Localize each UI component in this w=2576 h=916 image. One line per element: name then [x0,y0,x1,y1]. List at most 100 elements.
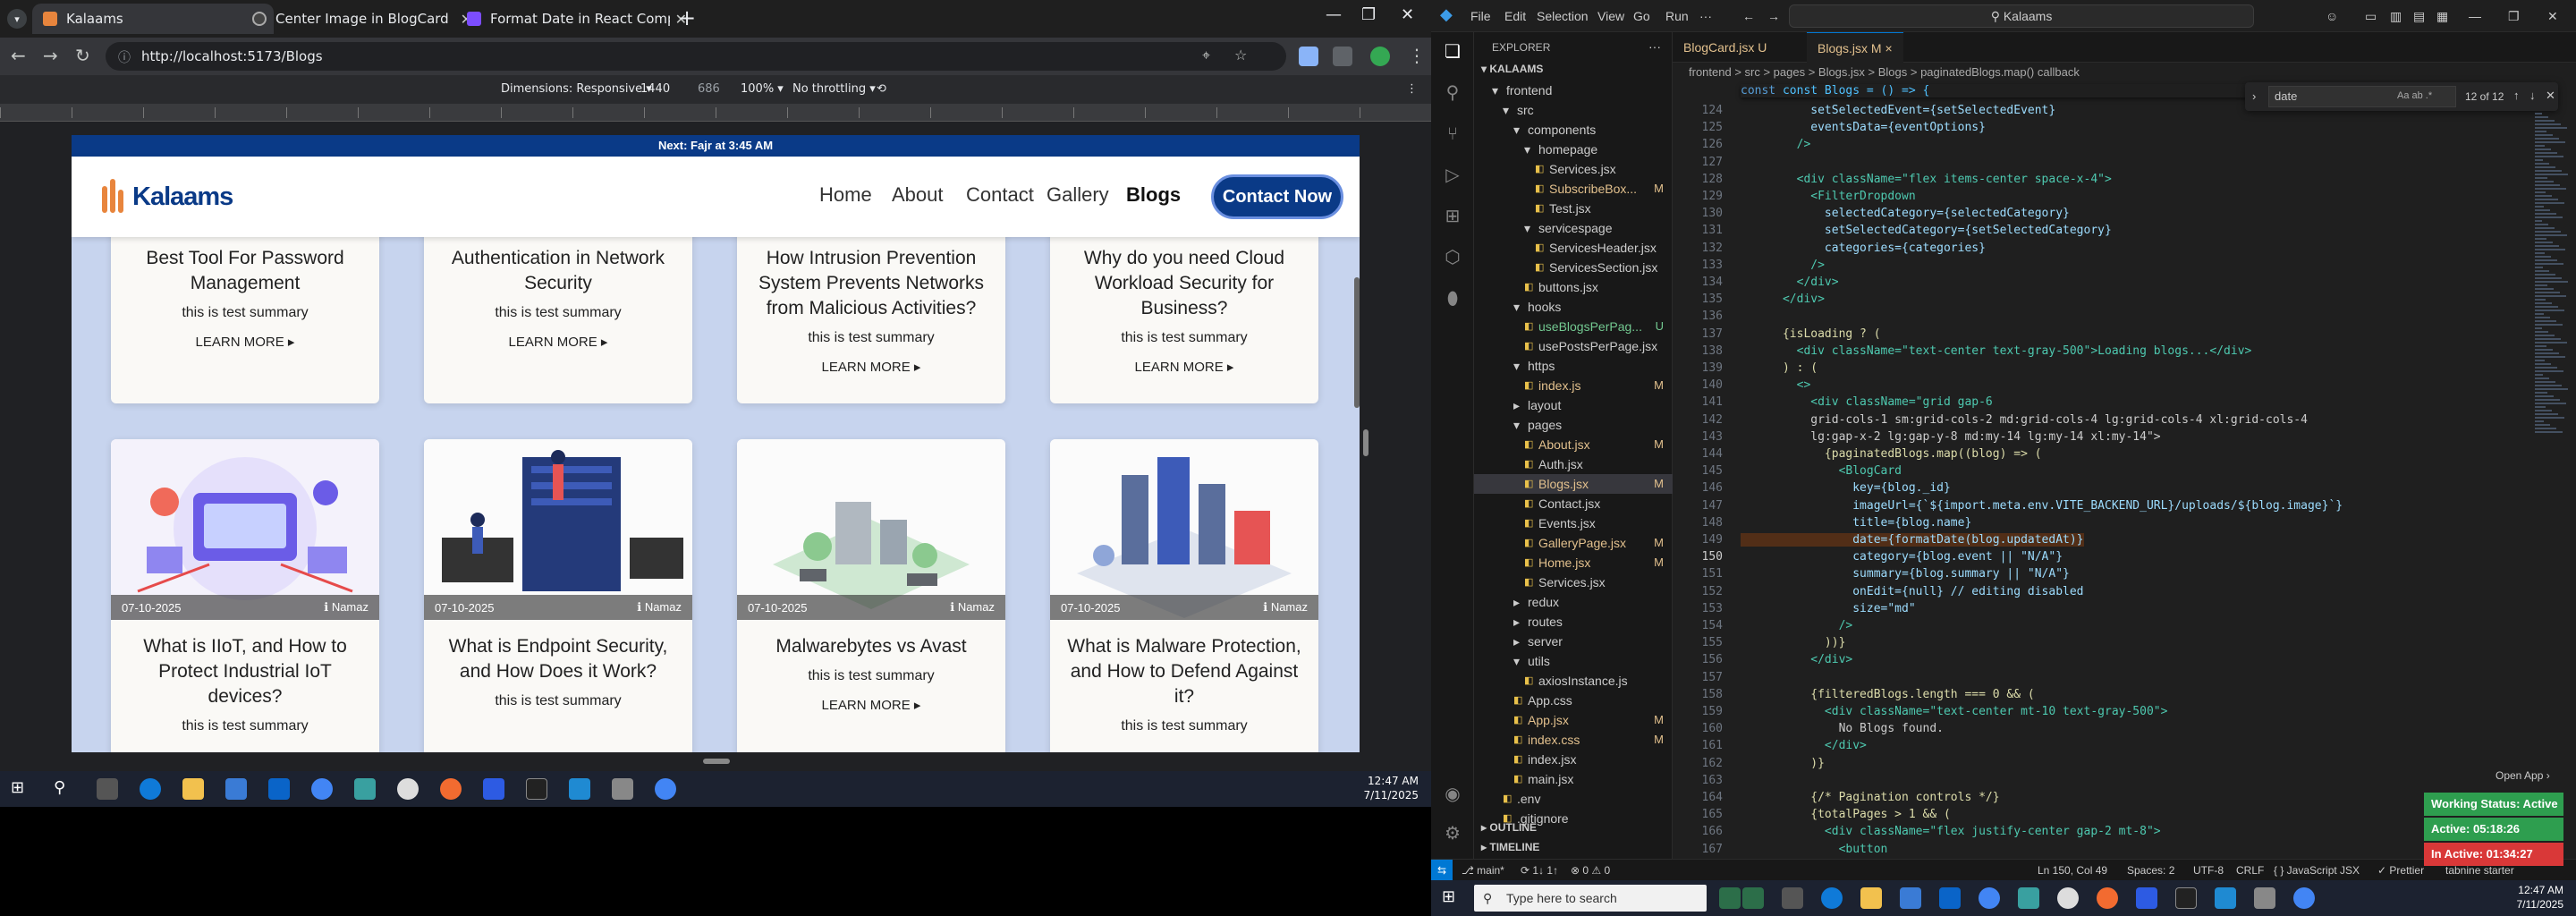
prev-match-icon[interactable]: ↑ [2513,89,2520,102]
clock[interactable]: 12:47 AM 7/11/2025 [1363,774,1419,802]
forward-icon[interactable]: → [43,45,58,66]
nav-contact[interactable]: Contact [966,183,1034,207]
tab-blogcard[interactable]: BlogCard.jsx U [1673,32,1777,63]
zoom-icon[interactable] [2136,887,2157,909]
tree-item[interactable]: ▸ server [1474,632,1673,651]
prettier-status[interactable]: ✓ Prettier [2377,864,2424,877]
store-icon[interactable] [225,778,247,800]
app-icon[interactable] [2254,887,2275,909]
tree-item[interactable]: ◧ axiosInstance.js [1474,671,1673,691]
layout-icon[interactable]: ▭ [2365,9,2377,24]
vscode-icon[interactable] [569,778,590,800]
layout-icon[interactable]: ▥ [2390,9,2402,24]
nav-about[interactable]: About [892,183,944,207]
layout-icon[interactable]: ▤ [2413,9,2425,24]
tree-item[interactable]: ◧ GalleryPage.jsx M [1474,533,1673,553]
menu-file[interactable]: File [1470,9,1491,23]
find-options[interactable]: Aa ab .* [2397,90,2432,101]
tab-blogs[interactable]: Blogs.jsx M × [1807,32,1903,63]
chevron-right-icon[interactable]: › [2252,89,2256,103]
mongodb-icon[interactable]: ⬮ [1442,288,1463,310]
chrome-menu-icon[interactable]: ⋮ [1408,45,1426,66]
problems-count[interactable]: ⊗ 0 ⚠ 0 [1571,864,1610,877]
outline-section[interactable]: ▸ OUTLINE [1481,821,1537,834]
bookmark-star-icon[interactable]: ☆ [1234,47,1247,64]
tree-item[interactable]: ◧ About.jsx M [1474,435,1673,454]
remote-icon[interactable]: ⬡ [1442,247,1463,268]
chrome-icon[interactable] [311,778,333,800]
timeline-section[interactable]: ▸ TIMELINE [1481,841,1539,853]
minimize-icon[interactable]: — [1326,5,1342,24]
tree-item[interactable]: ▸ layout [1474,395,1673,415]
eol[interactable]: CRLF [2236,864,2264,877]
encoding[interactable]: UTF-8 [2193,864,2224,877]
menu-edit[interactable]: Edit [1504,9,1526,23]
minimize-icon[interactable]: — [2469,9,2481,23]
extensions-puzzle-icon[interactable] [1333,47,1352,66]
tree-item[interactable]: ◧ Contact.jsx [1474,494,1673,513]
tree-item[interactable]: ◧ App.css [1474,691,1673,710]
windows-start-icon[interactable]: ⊞ [1442,887,1463,909]
menu-selection[interactable]: Selection [1537,9,1589,23]
tree-item[interactable]: ◧ index.js M [1474,376,1673,395]
blog-card[interactable]: Best Tool For Password Management this i… [111,225,379,403]
outlook-icon[interactable] [268,778,290,800]
tree-item[interactable]: ◧ ServicesSection.jsx [1474,258,1673,277]
app-icon[interactable] [440,778,462,800]
tree-item[interactable]: ◧ usePostsPerPage.jsx [1474,336,1673,356]
store-icon[interactable] [1900,887,1921,909]
tab-search-icon[interactable]: ▾ [7,9,27,29]
blog-card[interactable]: 07-10-2025 ℹ Namaz What is Endpoint Secur… [424,439,692,752]
sync-status[interactable]: ⟳ 1↓ 1↑ [1521,864,1558,877]
maximize-icon[interactable]: ❐ [1361,5,1376,24]
maximize-icon[interactable]: ❐ [2508,9,2520,24]
file-explorer-icon[interactable] [182,778,204,800]
tab-center-image[interactable]: Center Image in BlogCard✕ [242,4,483,34]
tabnine-status[interactable]: tabnine starter [2445,864,2514,877]
edge-icon[interactable] [1821,887,1843,909]
widget-icon[interactable] [1742,887,1764,909]
tree-item[interactable]: ◧ Events.jsx [1474,513,1673,533]
close-window-icon[interactable]: ✕ [2547,9,2558,24]
app-icon[interactable] [397,778,419,800]
more-actions-icon[interactable]: ··· [1648,39,1661,54]
git-branch[interactable]: ⎇ main* [1462,864,1504,877]
zoom-select[interactable]: 100% ▾ [741,82,784,96]
tree-item[interactable]: ◧ buttons.jsx [1474,277,1673,297]
tab-kalaams[interactable]: Kalaams✕ [32,4,274,34]
widget-icon[interactable] [1719,887,1741,909]
tab-format-date[interactable]: Format Date in React Compone✕ [456,4,698,34]
nav-gallery[interactable]: Gallery [1046,183,1109,207]
tree-item[interactable]: ◧ App.jsx M [1474,710,1673,730]
tree-item[interactable]: ▾ https [1474,356,1673,376]
vscode-icon[interactable] [2215,887,2236,909]
tree-item[interactable]: ▾ utils [1474,651,1673,671]
tree-item[interactable]: ◧ Home.jsx M [1474,553,1673,572]
app-icon[interactable] [354,778,376,800]
remote-indicator-icon[interactable]: ⇆ [1431,860,1453,881]
workspace-header[interactable]: ▾ KALAAMS [1481,63,1543,75]
search-icon[interactable]: ⚲ [1442,82,1463,104]
chrome-icon[interactable] [2293,887,2315,909]
app-icon[interactable] [2097,887,2118,909]
layout-icon[interactable]: ▦ [2436,9,2448,24]
command-center-search[interactable]: ⚲ Kalaams [1789,4,2254,28]
resize-handle-bottom[interactable] [703,759,730,764]
contact-now-button[interactable]: Contact Now [1211,174,1343,219]
tree-item[interactable]: ◧ main.jsx [1474,769,1673,789]
taskbar-search[interactable]: ⚲ Type here to search [1474,885,1707,912]
tree-item[interactable]: ▸ redux [1474,592,1673,612]
windows-start-icon[interactable]: ⊞ [11,778,32,800]
tree-item[interactable]: ◧ Services.jsx [1474,159,1673,179]
address-bar[interactable]: ⓘ http://localhost:5173/Blogs ⌖ ☆ [106,42,1286,71]
blog-card[interactable]: 07-10-2025 ℹ Namaz Malwarebytes vs Avast … [737,439,1005,752]
blog-card[interactable]: 07-10-2025 ℹ Namaz What is Malware Protec… [1050,439,1318,752]
learn-more-link[interactable]: LEARN MORE ▸ [111,334,379,350]
forward-icon[interactable]: → [1767,9,1780,23]
profile-avatar[interactable] [1370,47,1390,66]
tree-item[interactable]: ▾ components [1474,120,1673,140]
tree-item[interactable]: ◧ index.css M [1474,730,1673,750]
extension-icon[interactable] [1299,47,1318,66]
tree-item[interactable]: ◧ ServicesHeader.jsx [1474,238,1673,258]
learn-more-link[interactable]: LEARN MORE ▸ [1050,359,1318,375]
